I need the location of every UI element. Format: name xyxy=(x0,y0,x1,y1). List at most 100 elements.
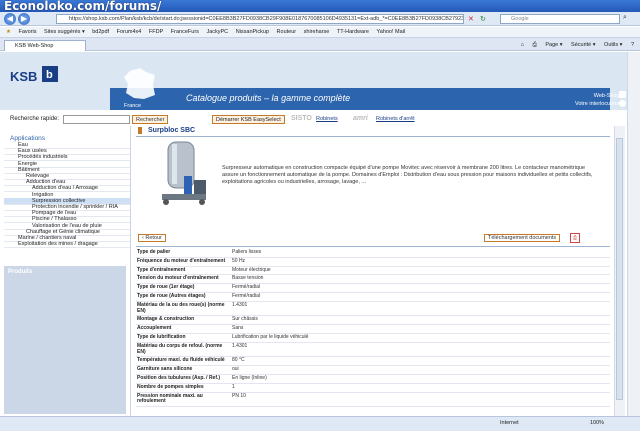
favorite-link[interactable]: shireharse xyxy=(304,27,330,38)
products-label[interactable]: Produits xyxy=(8,269,32,275)
favorite-link[interactable]: Forum4x4 xyxy=(117,27,142,38)
sidebar-item[interactable]: Exploitation des mines / dragage xyxy=(4,241,130,249)
spec-key: Nombre de pompes simples xyxy=(136,383,231,393)
ksb-logo[interactable]: KSB b xyxy=(4,62,64,88)
command-bar: ⌂ ⎙ Page ▾ Sécurité ▾ Outils ▾ ? xyxy=(514,40,634,50)
favorite-link[interactable]: Routeur xyxy=(277,27,297,38)
favorites-label[interactable]: Favoris xyxy=(18,27,36,38)
spec-key: Type d'entraînement xyxy=(136,266,231,276)
watermark-text: Econoloko.com/forums/ xyxy=(4,0,162,12)
quick-search-input[interactable] xyxy=(63,115,130,124)
spec-value: 1 xyxy=(231,383,610,393)
spec-key: Type de roue (1er étage) xyxy=(136,283,231,293)
easyselect-button[interactable]: Démarrer KSB EasySelect xyxy=(212,115,285,124)
home-icon[interactable]: ⌂ xyxy=(521,42,524,48)
catalogue-title: Catalogue produits – la gamme complète xyxy=(186,93,351,103)
product-description: Surpresseur automatique en construction … xyxy=(222,165,593,185)
spec-key: Fréquence du moteur d'entraînement xyxy=(136,257,231,267)
spec-row: Type de roue (1er étage) Fermé/radial xyxy=(136,283,610,293)
spec-key: Pression nominale maxi. au refoulement xyxy=(136,392,231,408)
back-nav-icon[interactable]: ◀ xyxy=(4,13,16,25)
content-scrollbar-thumb[interactable] xyxy=(616,138,623,400)
download-documents-button[interactable]: Téléchargement documents xyxy=(484,234,561,242)
spec-row: Montage & construction Sur châssis xyxy=(136,315,610,326)
logo-text: KSB xyxy=(10,69,37,84)
spec-key: Type de lubrification xyxy=(136,333,231,343)
spec-key: Montage & construction xyxy=(136,315,231,326)
spec-value: 1.4301 xyxy=(231,301,610,317)
spec-row: Accouplement Sans xyxy=(136,324,610,334)
zoom-level[interactable]: 100% xyxy=(590,416,604,430)
refresh-icon[interactable]: ↻ xyxy=(480,15,486,23)
spec-value: En ligne (Inline) xyxy=(231,374,610,384)
spec-value: Sans xyxy=(231,324,610,334)
help-menu[interactable]: ? xyxy=(631,42,634,48)
spec-value: Fermé/radial xyxy=(231,292,610,302)
forward-nav-icon[interactable]: ▶ xyxy=(18,13,30,25)
sisto-robinets-link[interactable]: Robinets xyxy=(316,116,338,122)
spec-row: Nombre de pompes simples 1 xyxy=(136,383,610,393)
spec-key: Tension du moteur d'entraînement xyxy=(136,274,231,285)
search-icon[interactable]: ⌕ xyxy=(623,14,627,22)
applications-heading[interactable]: Applications xyxy=(10,135,45,142)
spec-value: Moteur électrique xyxy=(231,266,610,276)
web-search-input[interactable]: Google xyxy=(500,14,620,24)
spec-key: Température maxi. du fluide véhiculé xyxy=(136,356,231,367)
product-image xyxy=(154,140,216,210)
spec-value: oui xyxy=(231,365,610,375)
tab-ksb-webshop[interactable]: KSB Web-Shop xyxy=(4,40,86,51)
contact-link[interactable]: Votre interlocuteur xyxy=(575,100,620,108)
favorite-link[interactable]: FFDP xyxy=(149,27,163,38)
country-label: France xyxy=(124,103,142,109)
spec-row: Type d'entraînement Moteur électrique xyxy=(136,266,610,276)
spec-row: Fréquence du moteur d'entraînement 50 Hz xyxy=(136,257,610,267)
amri-logo: amri xyxy=(353,115,368,122)
contact-icon[interactable] xyxy=(619,100,626,107)
search-button[interactable]: Rechercher xyxy=(132,115,169,124)
spec-value: Lubrification par le liquide véhiculé xyxy=(231,333,610,343)
webshop-link[interactable]: Web-Shop xyxy=(575,92,620,100)
url-input[interactable]: https://shop.ksb.com/Plan/ksb/kcb/de/sta… xyxy=(56,14,464,24)
specs-table: Type de palier Paliers lisses Fréquence du… xyxy=(136,249,610,408)
header-divider xyxy=(0,110,640,112)
spec-row: Pression nominale maxi. au refoulement PN… xyxy=(136,392,610,408)
spec-value: 80 °C xyxy=(231,356,610,367)
spec-value: 50 Hz xyxy=(231,257,610,267)
stop-icon[interactable]: ✕ xyxy=(468,15,474,23)
amri-robinets-link[interactable]: Robinets d'arrêt xyxy=(376,116,415,122)
spec-key: Type de roue (Autres étages) xyxy=(136,292,231,302)
spec-key: Matériau de la ou des roue(s) (norme EN) xyxy=(136,301,231,317)
spec-row: Garniture sans silicone oui xyxy=(136,365,610,375)
product-title: Surpbloc SBC xyxy=(138,127,195,134)
page-menu[interactable]: Page ▾ xyxy=(545,42,562,48)
spec-row: Matériau du corps de refoul. (norme EN) 1… xyxy=(136,342,610,358)
favorite-link[interactable]: TT-Hardware xyxy=(337,27,369,38)
sisto-logo: SISTO xyxy=(291,115,312,122)
favorite-link[interactable]: Yahoo! Mail xyxy=(377,27,406,38)
spec-value: Paliers lisses xyxy=(231,249,610,258)
france-map-icon xyxy=(122,67,158,101)
favorites-star-icon[interactable]: ★ xyxy=(6,27,11,38)
cart-icon[interactable] xyxy=(619,91,626,98)
security-menu[interactable]: Sécurité ▾ xyxy=(571,42,595,48)
favorite-link[interactable]: Sites suggérés ▾ xyxy=(44,27,85,38)
favorites-bar: ★ Favoris Sites suggérés ▾ bd2pdf Forum4… xyxy=(0,27,640,38)
spec-key: Position des tubulures (Asp. / Ref.) xyxy=(136,374,231,384)
spec-row: Matériau de la ou des roue(s) (norme EN)… xyxy=(136,301,610,317)
tools-menu[interactable]: Outils ▾ xyxy=(604,42,622,48)
spec-value: Fermé/radial xyxy=(231,283,610,293)
svg-text:b: b xyxy=(46,69,53,81)
spec-value: Basse tension xyxy=(231,274,610,285)
favorite-link[interactable]: JackyPC xyxy=(206,27,228,38)
favorite-link[interactable]: FranceFurs xyxy=(171,27,199,38)
print-icon[interactable]: ⎙ xyxy=(532,42,536,48)
title-divider xyxy=(136,136,610,137)
spec-row: Tension du moteur d'entraînement Basse te… xyxy=(136,274,610,285)
favorite-link[interactable]: NissanPickup xyxy=(236,27,269,38)
page-scrollbar[interactable] xyxy=(627,52,640,416)
favorite-link[interactable]: bd2pdf xyxy=(92,27,109,38)
pdf-icon[interactable]: ⎙ xyxy=(570,233,580,243)
spec-value: 1.4301 xyxy=(231,342,610,358)
back-button[interactable]: ‹ Retour xyxy=(138,234,166,242)
spec-value: Sur châssis xyxy=(231,315,610,326)
